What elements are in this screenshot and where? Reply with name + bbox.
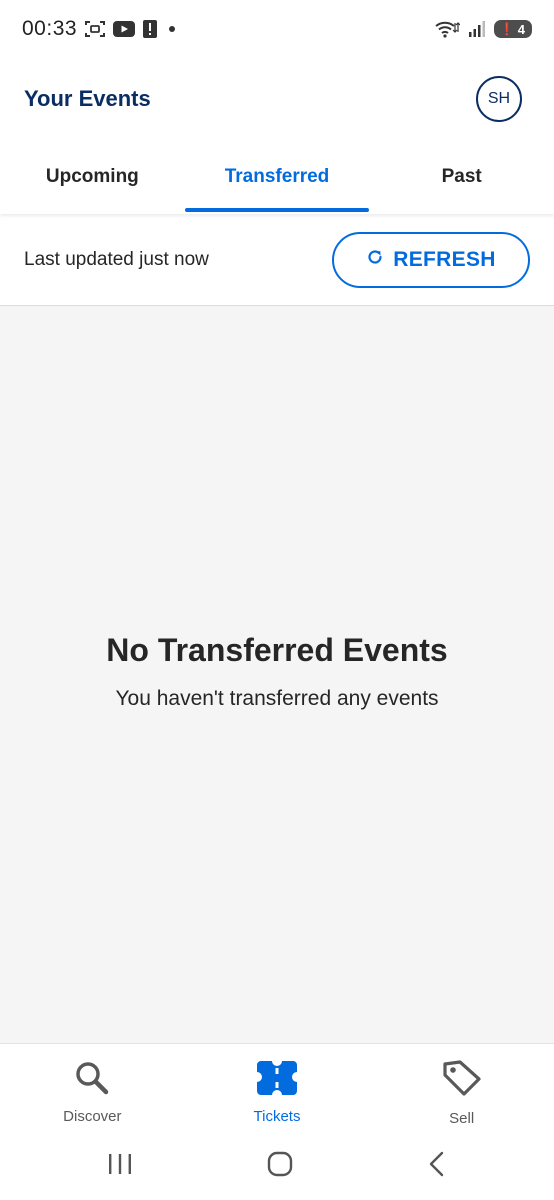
refresh-button[interactable]: REFRESH <box>332 231 530 288</box>
nav-label: Discover <box>63 1108 122 1125</box>
recent-apps-button[interactable] <box>107 1152 133 1181</box>
nav-item-sell[interactable]: Sell <box>369 1044 554 1133</box>
status-bar: 00:33 ❗ 4 <box>0 0 554 58</box>
tab-transferred[interactable]: Transferred <box>184 140 370 214</box>
status-time: 00:33 <box>22 17 78 40</box>
nav-item-tickets[interactable]: Tickets <box>185 1044 370 1133</box>
avatar[interactable]: SH <box>476 76 522 122</box>
wifi-icon <box>434 19 460 39</box>
notification-dot-icon <box>165 22 179 36</box>
tag-icon <box>442 1060 482 1103</box>
system-nav <box>0 1133 554 1200</box>
battery-level: 4 <box>517 21 525 37</box>
events-content: No Transferred Events You haven't transf… <box>0 306 554 1043</box>
refresh-icon <box>366 248 384 272</box>
battery-warning-icon: ❗ <box>499 22 515 36</box>
bottom-nav: Discover Tickets Sell <box>0 1043 554 1133</box>
ticket-icon <box>256 1060 298 1101</box>
home-button[interactable] <box>267 1151 293 1182</box>
alert-icon <box>143 20 158 38</box>
youtube-icon <box>113 21 136 37</box>
tab-label: Transferred <box>224 166 330 187</box>
nav-item-discover[interactable]: Discover <box>0 1044 185 1133</box>
avatar-initials: SH <box>487 90 511 107</box>
event-tabs: Upcoming Transferred Past <box>0 140 554 214</box>
tab-label: Past <box>441 166 482 187</box>
last-updated-text: Last updated just now <box>24 248 209 270</box>
back-button[interactable] <box>427 1151 447 1182</box>
tab-label: Upcoming <box>45 166 139 187</box>
search-icon <box>74 1060 110 1101</box>
tab-past[interactable]: Past <box>369 140 554 214</box>
tab-upcoming[interactable]: Upcoming <box>0 140 185 214</box>
empty-state-subtitle: You haven't transferred any events <box>115 687 439 710</box>
refresh-label: REFRESH <box>393 247 496 271</box>
nav-label: Sell <box>449 1110 475 1127</box>
empty-state-title: No Transferred Events <box>106 632 448 668</box>
nav-label: Tickets <box>253 1108 301 1125</box>
status-left: 00:33 <box>22 17 179 41</box>
signal-icon <box>468 20 486 38</box>
update-bar: Last updated just now REFRESH <box>0 214 554 306</box>
header: Your Events SH <box>0 58 554 140</box>
battery-indicator: ❗ 4 <box>493 20 532 38</box>
page-title: Your Events <box>24 86 151 111</box>
screenshot-icon <box>85 20 106 38</box>
status-right: ❗ 4 <box>434 19 532 39</box>
